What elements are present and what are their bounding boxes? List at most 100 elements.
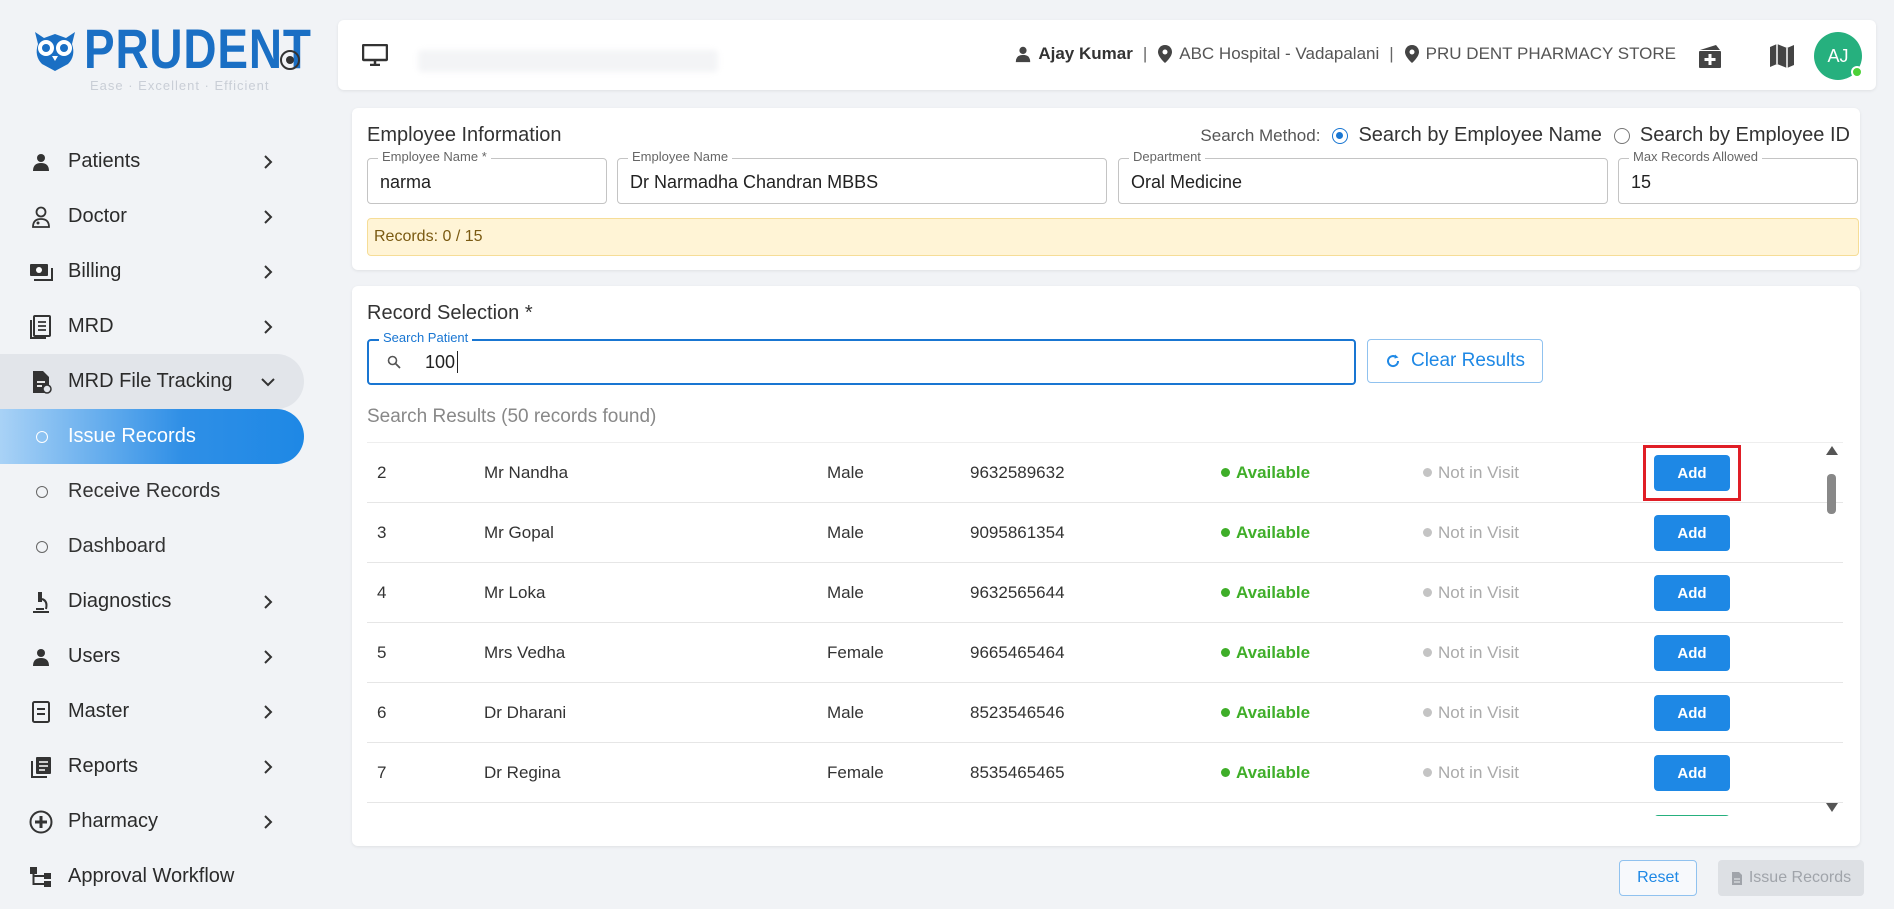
registered-mark-icon <box>280 50 300 70</box>
table-row: 7 Dr Regina Female 8535465465 Available … <box>367 743 1843 803</box>
master-icon <box>28 699 54 725</box>
brand-tagline: Ease · Excellent · Efficient <box>90 78 270 93</box>
table-row-partial <box>367 803 1843 816</box>
cell-phone: 9632589632 <box>970 463 1065 482</box>
sidebar-item-approval-workflow[interactable]: Approval Workflow <box>0 849 304 904</box>
add-button[interactable]: Add <box>1654 575 1730 611</box>
field-value: narma <box>380 172 432 192</box>
top-header: Ajay Kumar | ABC Hospital - Vadapalani |… <box>338 20 1876 90</box>
add-button[interactable]: Add <box>1654 515 1730 551</box>
table-row: 4 Mr Loka Male 9632565644 Available Not … <box>367 563 1843 623</box>
add-button[interactable]: Add <box>1654 755 1730 791</box>
bullet-icon <box>36 541 48 553</box>
separator: | <box>1142 44 1148 63</box>
sidebar-item-diagnostics[interactable]: Diagnostics <box>0 574 304 629</box>
cell-name: Mrs Vedha <box>484 643 566 662</box>
add-button[interactable]: Add <box>1654 635 1730 671</box>
chevron-right-icon <box>264 650 273 664</box>
employee-name-search-field[interactable]: Employee Name * narma <box>367 149 607 204</box>
radio-search-by-id[interactable]: Search by Employee ID <box>1613 124 1850 147</box>
clear-results-button[interactable]: Clear Results <box>1367 339 1543 383</box>
department-field[interactable]: Department Oral Medicine <box>1118 149 1608 204</box>
sidebar-item-pharmacy[interactable]: Pharmacy <box>0 794 304 849</box>
sidebar-nav: Patients Doctor Billing MRD MRD File Tra… <box>0 134 304 904</box>
brand-name: PRUDENT <box>84 17 312 80</box>
add-button-partial[interactable] <box>1654 815 1730 816</box>
person-icon <box>28 149 54 175</box>
cell-status: Available <box>1221 523 1310 543</box>
radio-unselected-icon[interactable] <box>1613 127 1630 144</box>
sidebar-subitem-receive-records[interactable]: Receive Records <box>0 464 304 519</box>
sidebar: PRUDENT Ease · Excellent · Efficient Pat… <box>0 0 320 909</box>
header-store[interactable]: PRU DENT PHARMACY STORE <box>1404 44 1676 64</box>
search-results-list[interactable]: 2 Mr Nandha Male 9632589632 Available No… <box>367 442 1843 816</box>
issue-records-button[interactable]: Issue Records <box>1718 860 1864 896</box>
cell-name: Dr Dharani <box>484 703 567 722</box>
field-value: 15 <box>1631 172 1652 192</box>
sidebar-item-reports[interactable]: Reports <box>0 739 304 794</box>
sidebar-item-patients[interactable]: Patients <box>0 134 304 189</box>
records-count-alert: Records: 0 / 15 <box>367 218 1859 256</box>
sidebar-item-doctor[interactable]: Doctor <box>0 189 304 244</box>
chevron-right-icon <box>264 760 273 774</box>
billing-icon <box>28 259 54 285</box>
microscope-icon <box>28 589 54 615</box>
field-label: Employee Name * <box>378 149 491 164</box>
sidebar-item-label: Billing <box>68 260 122 282</box>
user-avatar[interactable]: AJ <box>1814 32 1863 80</box>
brand-logo[interactable]: PRUDENT <box>30 17 362 80</box>
cell-phone: 9665465464 <box>970 643 1065 662</box>
online-status-indicator <box>1851 66 1863 78</box>
cell-gender: Male <box>827 523 864 542</box>
sidebar-subitem-dashboard[interactable]: Dashboard <box>0 519 304 574</box>
table-row: 2 Mr Nandha Male 9632589632 Available No… <box>367 443 1843 503</box>
file-icon <box>1731 871 1742 885</box>
scroll-down-arrow-icon[interactable] <box>1826 803 1838 812</box>
cell-visit: Not in Visit <box>1423 643 1519 663</box>
monitor-icon[interactable] <box>362 44 388 66</box>
sidebar-subitem-issue-records[interactable]: Issue Records <box>0 409 304 464</box>
sidebar-item-mrd-file-tracking[interactable]: MRD File Tracking <box>0 354 304 409</box>
cell-phone: 9632565644 <box>970 583 1065 602</box>
sidebar-item-label: Diagnostics <box>68 590 172 612</box>
cell-id: 4 <box>377 583 387 602</box>
map-icon[interactable] <box>1768 42 1796 70</box>
sidebar-item-billing[interactable]: Billing <box>0 244 304 299</box>
chevron-right-icon <box>264 595 273 609</box>
employee-info-card: Employee Information Search Method: Sear… <box>352 108 1860 270</box>
results-scrollbar[interactable] <box>1824 444 1838 814</box>
search-results-count: Search Results (50 records found) <box>367 406 657 427</box>
sidebar-item-mrd[interactable]: MRD <box>0 299 304 354</box>
cell-id: 2 <box>377 463 387 482</box>
medical-kit-icon[interactable] <box>1696 42 1724 70</box>
scroll-thumb[interactable] <box>1827 474 1836 514</box>
location-pin-icon <box>1158 45 1173 63</box>
doctor-icon <box>28 204 54 230</box>
cell-id: 5 <box>377 643 387 662</box>
scroll-up-arrow-icon[interactable] <box>1826 446 1838 455</box>
reset-button[interactable]: Reset <box>1619 860 1697 896</box>
search-method-group: Search Method: Search by Employee Name S… <box>1200 124 1850 147</box>
sidebar-item-master[interactable]: Master <box>0 684 304 739</box>
header-hospital[interactable]: ABC Hospital - Vadapalani <box>1157 44 1379 64</box>
radio-selected-icon[interactable] <box>1332 127 1349 144</box>
add-button[interactable]: Add <box>1654 455 1730 491</box>
document-icon <box>28 314 54 340</box>
add-button[interactable]: Add <box>1654 695 1730 731</box>
sidebar-item-users[interactable]: Users <box>0 629 304 684</box>
blurred-page-title <box>418 50 718 72</box>
cell-name: Mr Loka <box>484 583 546 602</box>
cell-name: Mr Nandha <box>484 463 569 482</box>
hospital-name: ABC Hospital - Vadapalani <box>1179 44 1380 63</box>
chevron-right-icon <box>264 320 273 334</box>
max-records-field[interactable]: Max Records Allowed 15 <box>1618 149 1858 204</box>
cell-gender: Male <box>827 703 864 722</box>
pharmacy-icon <box>28 809 54 835</box>
search-patient-input[interactable]: Search Patient 100 <box>367 330 1356 385</box>
employee-name-field[interactable]: Employee Name Dr Narmadha Chandran MBBS <box>617 149 1107 204</box>
chevron-right-icon <box>264 155 273 169</box>
radio-search-by-name[interactable]: Search by Employee Name <box>1332 124 1602 147</box>
reports-icon <box>28 754 54 780</box>
record-selection-title: Record Selection * <box>367 302 533 324</box>
header-user[interactable]: Ajay Kumar <box>1014 44 1133 64</box>
